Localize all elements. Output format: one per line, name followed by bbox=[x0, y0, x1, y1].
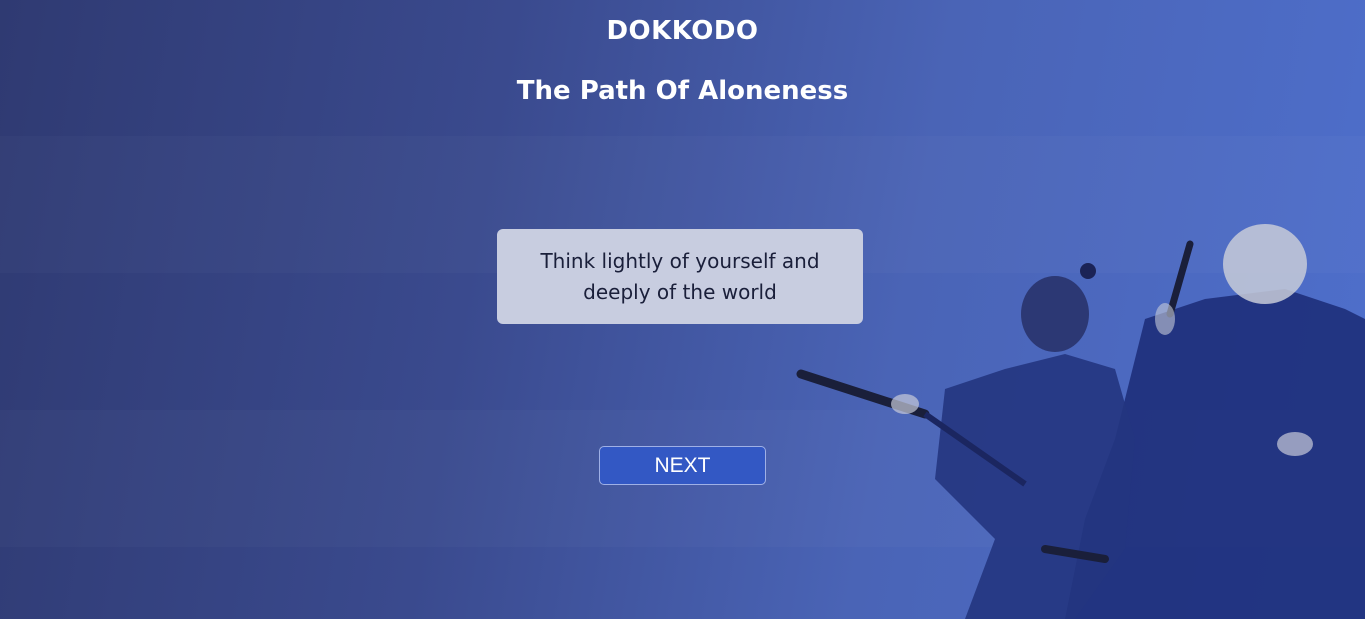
hand-upper bbox=[1155, 303, 1175, 335]
hand-left bbox=[891, 394, 919, 414]
hand-right bbox=[1277, 432, 1313, 456]
samurai-topknot bbox=[1080, 263, 1096, 279]
next-button[interactable]: NEXT bbox=[599, 446, 766, 485]
next-button-label: NEXT bbox=[654, 453, 711, 477]
quote-text: Think lightly of yourself and deeply of … bbox=[540, 248, 820, 304]
sword-right bbox=[1166, 240, 1194, 318]
page-title: DOKKODO bbox=[606, 16, 759, 46]
page-subtitle: The Path Of Aloneness bbox=[516, 76, 849, 106]
samurai-right-head bbox=[1223, 224, 1307, 304]
quote-card: Think lightly of yourself and deeply of … bbox=[497, 229, 863, 324]
samurai-left-head bbox=[1021, 276, 1089, 352]
